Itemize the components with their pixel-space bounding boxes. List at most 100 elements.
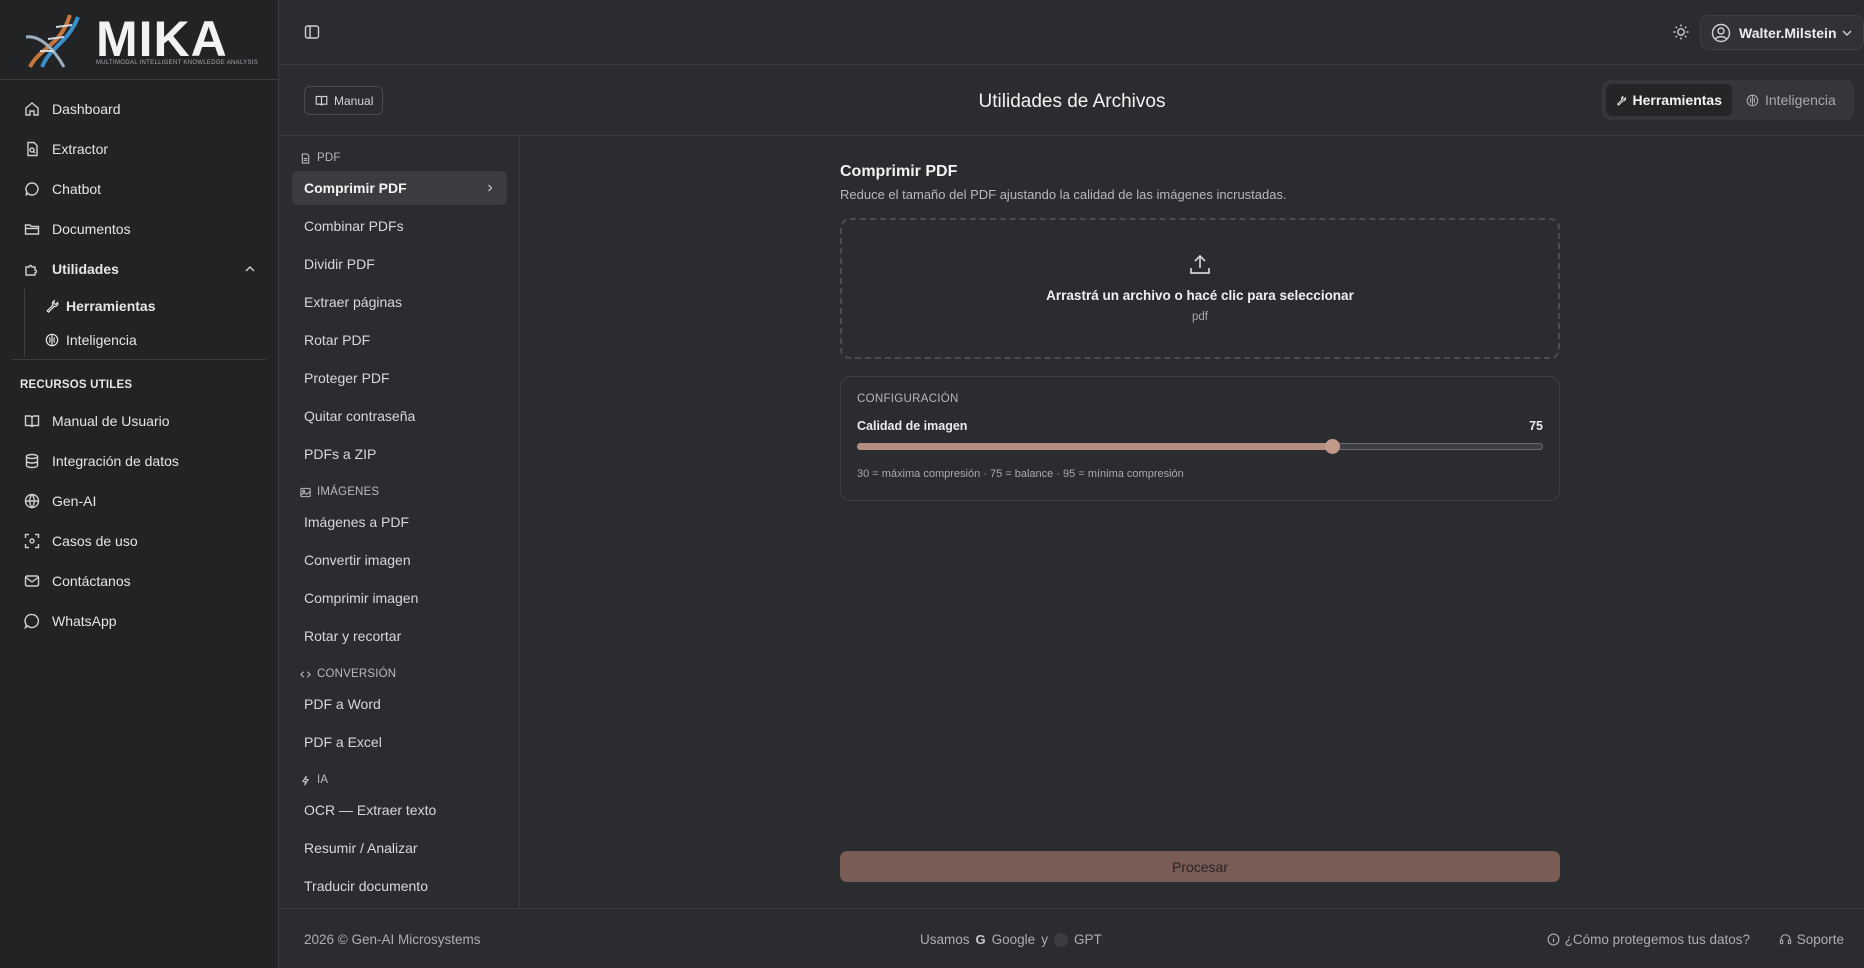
- support-link[interactable]: Soporte: [1779, 932, 1844, 947]
- sidebar-subitem-label: Inteligencia: [66, 332, 137, 348]
- panel-description: Reduce el tamaño del PDF ajustando la ca…: [840, 187, 1287, 202]
- privacy-link[interactable]: ¿Cómo protegemos tus datos?: [1547, 932, 1750, 947]
- privacy-label: ¿Cómo protegemos tus datos?: [1564, 932, 1750, 947]
- home-icon: [25, 102, 39, 116]
- sidebar-item-label: Dashboard: [52, 101, 121, 117]
- tool-comprimir-pdf[interactable]: Comprimir PDF: [292, 171, 507, 205]
- config-card: CONFIGURACIÓN Calidad de imagen 75 30 = …: [840, 376, 1560, 501]
- sidebar-item-manual[interactable]: Manual de Usuario: [0, 401, 278, 441]
- sparkle-icon: [301, 775, 310, 785]
- mode-tabs: Herramientas Inteligencia: [1602, 80, 1854, 120]
- tool-label: PDF a Excel: [304, 734, 382, 750]
- dropzone-text: Arrastrá un archivo o hacé clic para sel…: [1046, 287, 1354, 303]
- provider-google: Google: [991, 932, 1036, 947]
- sidebar-item-casos[interactable]: Casos de uso: [0, 521, 278, 561]
- providers-and: y: [1041, 932, 1048, 947]
- tool-imagenes-a-pdf[interactable]: Imágenes a PDF: [292, 505, 507, 539]
- user-menu-button[interactable]: Walter.Milstein: [1700, 15, 1864, 50]
- tool-convertir-imagen[interactable]: Convertir imagen: [292, 543, 507, 577]
- sun-icon[interactable]: [1672, 23, 1690, 41]
- page-header: Manual Utilidades de Archivos Herramient…: [280, 66, 1864, 136]
- tool-proteger-pdf[interactable]: Proteger PDF: [292, 361, 507, 395]
- app-sidebar: MIKA MULTIMODAL INTELLIGENT KNOWLEDGE AN…: [0, 0, 279, 968]
- sidebar-item-chatbot[interactable]: Chatbot: [0, 169, 278, 209]
- tool-label: Quitar contraseña: [304, 408, 416, 424]
- dna-logo-icon: [25, 13, 80, 68]
- tool-label: Rotar y recortar: [304, 628, 402, 644]
- panel-title: Comprimir PDF: [840, 163, 958, 180]
- sidebar-item-whatsapp[interactable]: WhatsApp: [0, 601, 278, 641]
- sidebar-item-utilidades[interactable]: Utilidades: [0, 249, 278, 289]
- sidebar-item-contactanos[interactable]: Contáctanos: [0, 561, 278, 601]
- username: Walter.Milstein: [1739, 24, 1837, 41]
- tool-label: PDF a Word: [304, 696, 381, 712]
- group-label: CONVERSIÓN: [317, 668, 397, 680]
- brain-icon: [1746, 94, 1759, 106]
- tab-label: Herramientas: [1632, 92, 1723, 108]
- tool-combinar-pdfs[interactable]: Combinar PDFs: [292, 209, 507, 243]
- sidebar-item-label: Extractor: [52, 141, 109, 157]
- brand-text: MIKA MULTIMODAL INTELLIGENT KNOWLEDGE AN…: [96, 14, 258, 66]
- copyright: 2026 © Gen-AI Microsystems: [304, 932, 481, 947]
- tool-pdfs-a-zip[interactable]: PDFs a ZIP: [292, 437, 507, 471]
- sidebar-item-label: Casos de uso: [52, 533, 138, 549]
- brand-logo[interactable]: MIKA MULTIMODAL INTELLIGENT KNOWLEDGE AN…: [0, 0, 278, 80]
- quality-slider[interactable]: [857, 437, 1543, 455]
- chat-bubble-icon: [25, 182, 39, 196]
- tab-label: Inteligencia: [1765, 92, 1836, 108]
- sidebar-item-inteligencia[interactable]: Inteligencia: [45, 323, 278, 357]
- sidebar-toggle-icon[interactable]: [304, 24, 320, 40]
- tool-quitar-contrasena[interactable]: Quitar contraseña: [292, 399, 507, 433]
- tool-comprimir-imagen[interactable]: Comprimir imagen: [292, 581, 507, 615]
- group-conversion: CONVERSIÓN: [300, 665, 519, 683]
- tool-rotar-recortar[interactable]: Rotar y recortar: [292, 619, 507, 653]
- tool-ocr[interactable]: OCR — Extraer texto: [292, 793, 507, 827]
- sidebar-item-extractor[interactable]: Extractor: [0, 129, 278, 169]
- sidebar-subitem-label: Herramientas: [66, 298, 156, 314]
- mail-icon: [24, 575, 40, 587]
- tool-dividir-pdf[interactable]: Dividir PDF: [292, 247, 507, 281]
- sidebar-item-documentos[interactable]: Documentos: [0, 209, 278, 249]
- folder-icon: [24, 224, 40, 235]
- sidebar-item-label: Manual de Usuario: [52, 413, 170, 429]
- quality-row: Calidad de imagen 75: [857, 419, 1543, 433]
- config-title: CONFIGURACIÓN: [857, 393, 959, 405]
- tab-inteligencia[interactable]: Inteligencia: [1736, 84, 1846, 116]
- tool-extraer-paginas[interactable]: Extraer páginas: [292, 285, 507, 319]
- sidebar-item-dashboard[interactable]: Dashboard: [0, 89, 278, 129]
- tools-list: PDF Comprimir PDF Combinar PDFs Dividir …: [280, 137, 520, 908]
- tab-herramientas[interactable]: Herramientas: [1606, 84, 1732, 116]
- chevron-up-icon[interactable]: [244, 263, 256, 275]
- openai-icon: [1053, 932, 1068, 947]
- wrench-icon: [46, 299, 59, 313]
- sidebar-item-label: Contáctanos: [52, 573, 131, 589]
- tool-label: Dividir PDF: [304, 256, 375, 272]
- sidebar-item-integracion[interactable]: Integración de datos: [0, 441, 278, 481]
- group-label: IMÁGENES: [317, 486, 380, 498]
- tool-pdf-a-excel[interactable]: PDF a Excel: [292, 725, 507, 759]
- sidebar-item-label: Utilidades: [52, 261, 119, 277]
- tool-resumir[interactable]: Resumir / Analizar: [292, 831, 507, 865]
- whatsapp-icon: [24, 613, 40, 629]
- slider-thumb[interactable]: [1324, 439, 1340, 454]
- sidebar-item-gen-ai[interactable]: Gen-AI: [0, 481, 278, 521]
- brand-name: MIKA: [95, 10, 228, 67]
- tool-label: Combinar PDFs: [304, 218, 404, 234]
- image-icon: [300, 487, 311, 497]
- process-button[interactable]: Procesar: [840, 851, 1560, 882]
- quality-value: 75: [1529, 419, 1543, 433]
- footer: 2026 © Gen-AI Microsystems Usamos G Goog…: [280, 908, 1864, 968]
- tool-rotar-pdf[interactable]: Rotar PDF: [292, 323, 507, 357]
- tool-traducir[interactable]: Traducir documento: [292, 869, 507, 903]
- providers: Usamos G Google y GPT: [920, 932, 1102, 947]
- book-icon: [24, 415, 40, 428]
- sidebar-item-herramientas[interactable]: Herramientas: [45, 289, 278, 323]
- file-dropzone[interactable]: Arrastrá un archivo o hacé clic para sel…: [840, 218, 1560, 359]
- tool-pdf-a-word[interactable]: PDF a Word: [292, 687, 507, 721]
- tool-panel: Comprimir PDF Reduce el tamaño del PDF a…: [840, 137, 1560, 501]
- tool-label: Resumir / Analizar: [304, 840, 418, 856]
- tool-label: Traducir documento: [304, 878, 428, 894]
- tool-label: PDFs a ZIP: [304, 446, 377, 462]
- group-ia: IA: [300, 771, 519, 789]
- support-label: Soporte: [1796, 932, 1844, 947]
